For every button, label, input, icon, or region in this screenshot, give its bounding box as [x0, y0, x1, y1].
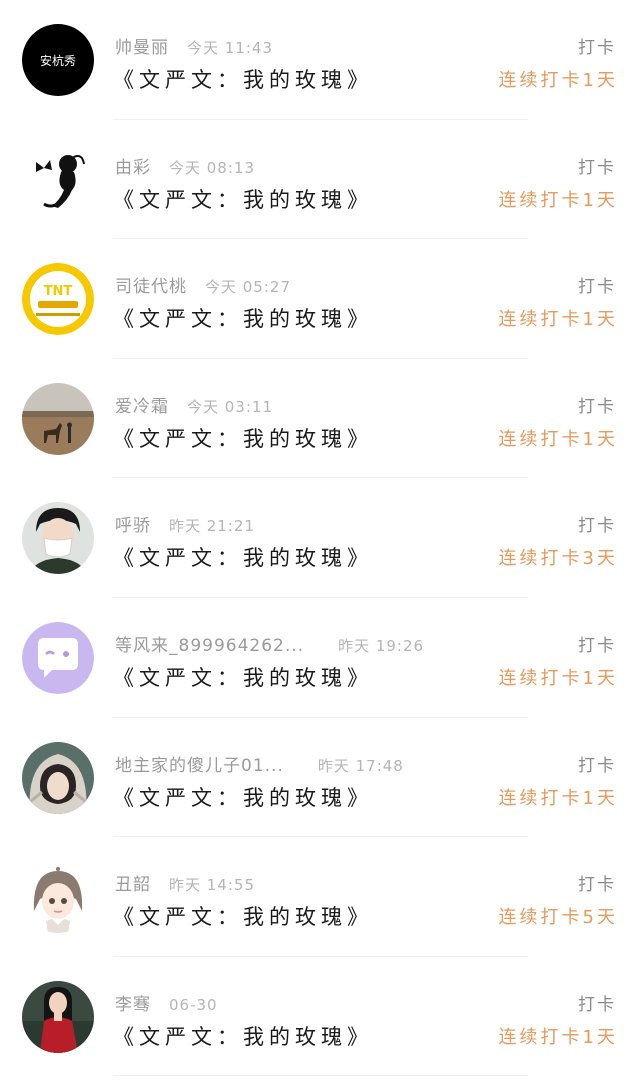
- book-title[interactable]: 《文严文：我的玫瑰》: [113, 303, 373, 333]
- list-item[interactable]: TNT 司徒代桃 今天 05:27 《文严文：我的玫瑰》 打卡 连续打卡1天: [0, 239, 640, 359]
- timestamp: 昨天 21:21: [169, 517, 255, 536]
- book-title[interactable]: 《文严文：我的玫瑰》: [113, 184, 373, 214]
- avatar[interactable]: [22, 143, 94, 216]
- list-item[interactable]: 等风来_899964262... 昨天 19:26 《文严文：我的玫瑰》 打卡 连…: [0, 598, 640, 718]
- checkin-action: 打卡: [578, 516, 616, 537]
- anime-girl-avatar: [22, 861, 94, 934]
- entry-meta: 爱冷霜 今天 03:11: [115, 392, 273, 417]
- book-title[interactable]: 《文严文：我的玫瑰》: [113, 542, 373, 572]
- entry-meta: 李骞 06-30: [115, 990, 218, 1015]
- hooded-person-avatar: [22, 741, 94, 814]
- book-title[interactable]: 《文严文：我的玫瑰》: [113, 64, 373, 94]
- avatar[interactable]: [22, 502, 94, 575]
- list-item[interactable]: 丑韶 昨天 14:55 《文严文：我的玫瑰》 打卡 连续打卡5天: [0, 837, 640, 957]
- streak-count: 连续打卡1天: [498, 667, 618, 689]
- checkin-action: 打卡: [578, 994, 616, 1015]
- avatar[interactable]: [22, 382, 94, 455]
- checkin-action: 打卡: [578, 157, 616, 178]
- yellow-badge-avatar: TNT: [22, 263, 94, 336]
- entry-meta: 司徒代桃 今天 05:27: [115, 272, 291, 297]
- entry-meta: 帅曼丽 今天 11:43: [115, 33, 273, 58]
- user-name[interactable]: 由彩: [115, 158, 151, 178]
- timestamp: 昨天 19:26: [338, 636, 425, 655]
- user-name[interactable]: 李骞: [115, 995, 151, 1015]
- purple-chat-bubble-avatar: [22, 621, 94, 694]
- checkin-action: 打卡: [578, 875, 616, 896]
- timestamp: 昨天 17:48: [317, 756, 404, 775]
- user-name[interactable]: 等风来_899964262...: [115, 636, 304, 656]
- divider: [113, 1075, 528, 1077]
- streak-count: 连续打卡1天: [498, 309, 618, 331]
- timestamp: 今天 11:43: [187, 39, 273, 57]
- list-item[interactable]: 李骞 06-30 《文严文：我的玫瑰》 打卡 连续打卡1天: [0, 957, 640, 1077]
- streak-count: 连续打卡1天: [498, 1026, 618, 1048]
- entry-meta: 呼骄 昨天 21:21: [115, 511, 255, 536]
- timestamp: 06-30: [169, 995, 218, 1014]
- list-item[interactable]: 由彩 今天 08:13 《文严文：我的玫瑰》 打卡 连续打卡1天: [0, 120, 640, 240]
- streak-count: 连续打卡5天: [498, 907, 618, 929]
- svg-text:TNT: TNT: [44, 284, 73, 299]
- list-item[interactable]: 安杭秀 帅曼丽 今天 11:43 《文严文：我的玫瑰》 打卡 连续打卡1天: [0, 0, 640, 120]
- list-item[interactable]: 呼骄 昨天 21:21 《文严文：我的玫瑰》 打卡 连续打卡3天: [0, 478, 640, 598]
- fairy-silhouette-avatar: [22, 143, 94, 216]
- checkin-action: 打卡: [578, 635, 616, 656]
- entry-meta: 由彩 今天 08:13: [115, 153, 255, 178]
- user-name[interactable]: 帅曼丽: [115, 38, 169, 58]
- checkin-action: 打卡: [578, 755, 616, 776]
- timestamp: 今天 08:13: [169, 158, 255, 177]
- checkin-list: 安杭秀 帅曼丽 今天 11:43 《文严文：我的玫瑰》 打卡 连续打卡1天 由彩今…: [0, 0, 640, 1082]
- entry-meta: 地主家的傻儿子01... 昨天 17:48: [115, 751, 404, 776]
- checkin-action: 打卡: [578, 396, 616, 417]
- streak-count: 连续打卡1天: [498, 428, 618, 450]
- avatar[interactable]: [22, 741, 94, 814]
- user-name[interactable]: 丑韶: [115, 875, 151, 895]
- horse-landscape-avatar: [22, 382, 94, 455]
- avatar[interactable]: [22, 621, 94, 694]
- list-item[interactable]: 地主家的傻儿子01... 昨天 17:48 《文严文：我的玫瑰》 打卡 连续打卡1…: [0, 718, 640, 838]
- user-name[interactable]: 爱冷霜: [115, 397, 169, 417]
- streak-count: 连续打卡3天: [498, 548, 618, 570]
- black-text-logo-avatar: 安杭秀: [22, 24, 94, 96]
- user-name[interactable]: 呼骄: [115, 516, 151, 536]
- avatar[interactable]: TNT: [22, 263, 94, 336]
- book-title[interactable]: 《文严文：我的玫瑰》: [113, 423, 373, 453]
- masked-person-avatar: [22, 502, 94, 575]
- svg-text:安杭秀: 安杭秀: [40, 53, 76, 68]
- avatar[interactable]: [22, 861, 94, 934]
- avatar[interactable]: [22, 980, 94, 1053]
- user-name[interactable]: 地主家的傻儿子01...: [115, 756, 284, 776]
- book-title[interactable]: 《文严文：我的玫瑰》: [113, 782, 373, 812]
- timestamp: 昨天 14:55: [169, 876, 255, 895]
- avatar[interactable]: 安杭秀: [22, 24, 94, 96]
- checkin-action: 打卡: [578, 38, 616, 58]
- book-title[interactable]: 《文严文：我的玫瑰》: [113, 662, 373, 692]
- book-title[interactable]: 《文严文：我的玫瑰》: [113, 901, 373, 931]
- woman-red-dress-avatar: [22, 980, 94, 1053]
- streak-count: 连续打卡1天: [498, 70, 618, 91]
- timestamp: 今天 05:27: [205, 278, 291, 297]
- checkin-action: 打卡: [578, 277, 616, 298]
- entry-meta: 等风来_899964262... 昨天 19:26: [115, 631, 424, 656]
- timestamp: 今天 03:11: [187, 397, 273, 416]
- entry-meta: 丑韶 昨天 14:55: [115, 870, 255, 895]
- user-name[interactable]: 司徒代桃: [115, 277, 187, 297]
- book-title[interactable]: 《文严文：我的玫瑰》: [113, 1021, 373, 1051]
- streak-count: 连续打卡1天: [498, 189, 618, 211]
- list-item[interactable]: 爱冷霜 今天 03:11 《文严文：我的玫瑰》 打卡 连续打卡1天: [0, 359, 640, 479]
- streak-count: 连续打卡1天: [498, 787, 618, 809]
